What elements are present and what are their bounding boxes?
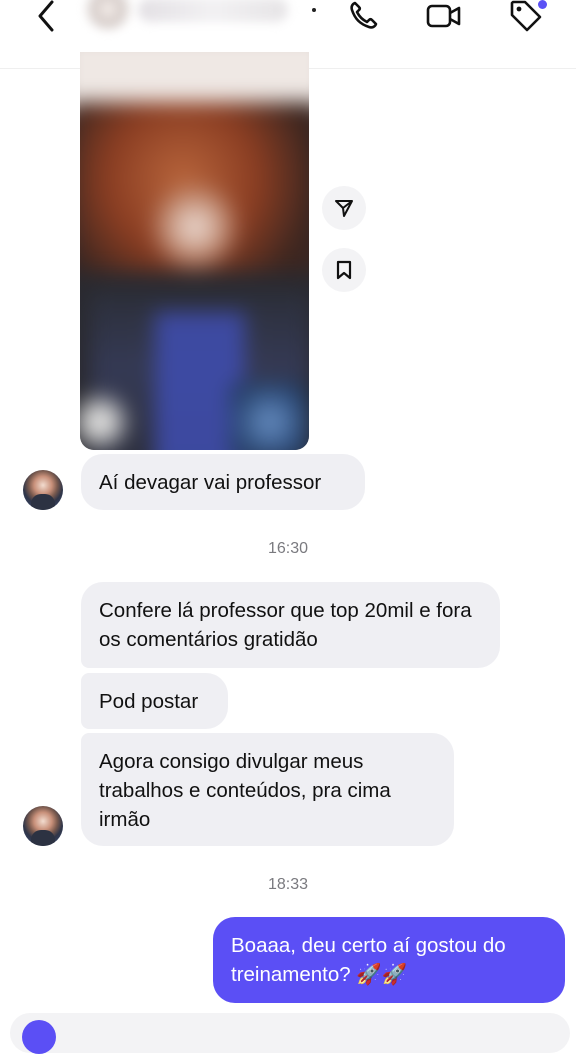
notification-dot — [538, 0, 547, 9]
message-bubble-incoming[interactable]: Pod postar — [81, 673, 228, 729]
sender-avatar[interactable] — [23, 806, 63, 846]
contact-avatar[interactable] — [82, 0, 134, 32]
timestamp: 18:33 — [267, 876, 309, 893]
timestamp: 16:30 — [267, 540, 309, 557]
message-bubble-outgoing[interactable]: Boaaa, deu certo aí gostou do treinament… — [213, 917, 565, 1003]
camera-button[interactable] — [22, 1020, 56, 1054]
video-camera-icon[interactable] — [424, 0, 464, 36]
header-dot — [312, 8, 316, 12]
phone-icon[interactable] — [343, 0, 383, 36]
message-bubble-incoming[interactable]: Aí devagar vai professor — [81, 454, 365, 510]
message-composer[interactable] — [10, 1013, 570, 1053]
shared-photo[interactable] — [80, 52, 309, 450]
message-bubble-incoming[interactable]: Agora consigo divulgar meus trabalhos e … — [81, 733, 454, 846]
message-bubble-incoming[interactable]: Confere lá professor que top 20mil e for… — [81, 582, 500, 668]
save-button[interactable] — [322, 248, 366, 292]
send-icon — [335, 200, 353, 217]
back-chevron-icon[interactable] — [26, 0, 66, 36]
bookmark-icon — [336, 260, 352, 280]
contact-name[interactable] — [138, 0, 288, 22]
sender-avatar[interactable] — [23, 470, 63, 510]
share-button[interactable] — [322, 186, 366, 230]
